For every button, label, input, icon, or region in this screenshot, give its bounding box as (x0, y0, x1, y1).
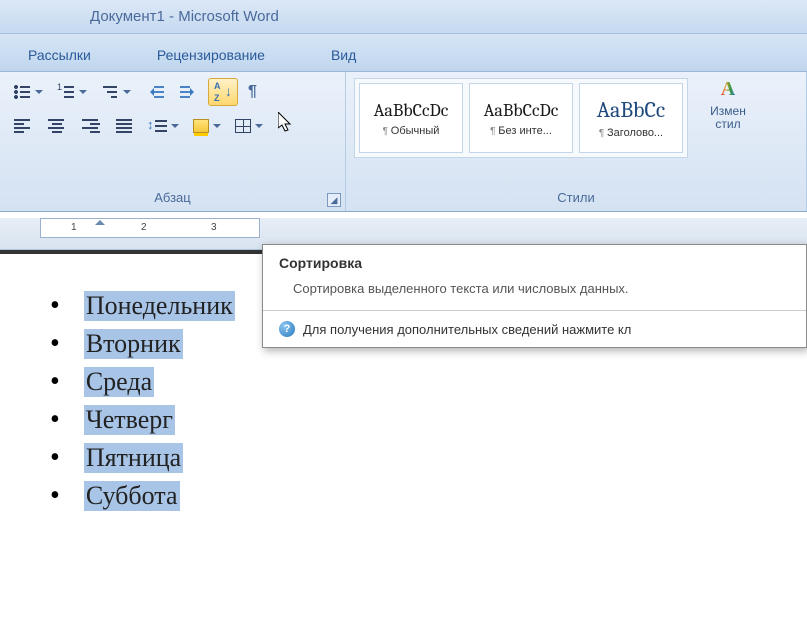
ribbon: Z Абзац ◢ AaBbCcDc Обычный (0, 72, 807, 212)
align-center-icon (48, 117, 66, 135)
shading-button[interactable] (188, 112, 226, 140)
style-no-spacing[interactable]: AaBbCcDc Без инте... (469, 83, 573, 153)
tooltip-body: Сортировка выделенного текста или числов… (263, 277, 806, 310)
list-text: Вторник (84, 329, 183, 359)
align-right-button[interactable] (76, 112, 106, 140)
style-preview: AaBbCc (597, 97, 665, 123)
change-styles-label1: Измен (710, 104, 746, 118)
title-bar: Документ1 - Microsoft Word (0, 0, 807, 34)
window-title: Документ1 - Microsoft Word (90, 8, 279, 25)
ruler-mark: 3 (211, 222, 217, 233)
ruler-mark: 1 (71, 222, 77, 233)
outdent-icon (146, 83, 164, 101)
indent-icon (180, 83, 198, 101)
sort-icon: Z (214, 83, 232, 101)
align-right-icon (82, 117, 100, 135)
justify-button[interactable] (110, 112, 140, 140)
bullets-button[interactable] (8, 78, 48, 106)
multilevel-icon (101, 83, 119, 101)
list-item[interactable]: Четверг (50, 404, 757, 436)
help-icon: ? (279, 321, 295, 337)
list-item[interactable]: Среда (50, 366, 757, 398)
style-name: Заголово... (599, 127, 663, 139)
borders-button[interactable] (230, 112, 268, 140)
tooltip-title: Сортировка (263, 245, 806, 277)
align-center-button[interactable] (42, 112, 72, 140)
list-text: Пятница (84, 443, 183, 473)
change-styles-label2: стил (715, 117, 740, 131)
list-text: Среда (84, 367, 154, 397)
style-preview: AaBbCcDc (374, 100, 449, 121)
numbering-button[interactable] (52, 78, 92, 106)
bullets-icon (13, 83, 31, 101)
group-label-styles: Стили (354, 188, 798, 207)
style-name: Обычный (383, 125, 440, 137)
outdent-button[interactable] (140, 78, 170, 106)
group-styles: AaBbCcDc Обычный AaBbCcDc Без инте... Aa… (346, 72, 807, 211)
tooltip-help-text: Для получения дополнительных сведений на… (303, 322, 631, 337)
numbering-icon (57, 83, 75, 101)
horizontal-ruler[interactable]: 1 2 3 (40, 218, 260, 238)
tab-mailings[interactable]: Рассылки (10, 41, 109, 71)
tab-view[interactable]: Вид (313, 41, 374, 71)
style-preview: AaBbCcDc (484, 100, 559, 121)
change-styles-icon: A (721, 78, 735, 101)
align-left-icon (14, 117, 32, 135)
ribbon-tabs: Рассылки Рецензирование Вид (0, 34, 807, 72)
justify-icon (116, 117, 134, 135)
style-normal[interactable]: AaBbCcDc Обычный (359, 83, 463, 153)
style-name: Без инте... (490, 125, 552, 137)
tooltip-help-row: ? Для получения дополнительных сведений … (263, 310, 806, 347)
show-marks-button[interactable] (242, 78, 272, 106)
list-item[interactable]: Суббота (50, 480, 757, 512)
list-text: Четверг (84, 405, 175, 435)
sort-button[interactable]: Z (208, 78, 238, 106)
change-styles-button[interactable]: A Изменстил (698, 78, 758, 131)
list-text: Суббота (84, 481, 180, 511)
first-line-indent-marker[interactable] (95, 215, 105, 225)
align-left-button[interactable] (8, 112, 38, 140)
styles-gallery[interactable]: AaBbCcDc Обычный AaBbCcDc Без инте... Aa… (354, 78, 688, 158)
tab-review[interactable]: Рецензирование (139, 41, 283, 71)
group-label-paragraph: Абзац (8, 188, 337, 207)
line-spacing-icon (149, 117, 167, 135)
shading-icon (193, 119, 209, 133)
list-text: Понедельник (84, 291, 235, 321)
style-heading1[interactable]: AaBbCc Заголово... (579, 83, 683, 153)
line-spacing-button[interactable] (144, 112, 184, 140)
group-paragraph: Z Абзац ◢ (0, 72, 346, 211)
list-item[interactable]: Пятница (50, 442, 757, 474)
ruler-mark: 2 (141, 222, 147, 233)
multilevel-button[interactable] (96, 78, 136, 106)
pilcrow-icon (248, 83, 266, 101)
sort-tooltip: Сортировка Сортировка выделенного текста… (262, 244, 807, 348)
indent-button[interactable] (174, 78, 204, 106)
paragraph-dialog-launcher[interactable]: ◢ (327, 193, 341, 207)
borders-icon (235, 119, 251, 133)
